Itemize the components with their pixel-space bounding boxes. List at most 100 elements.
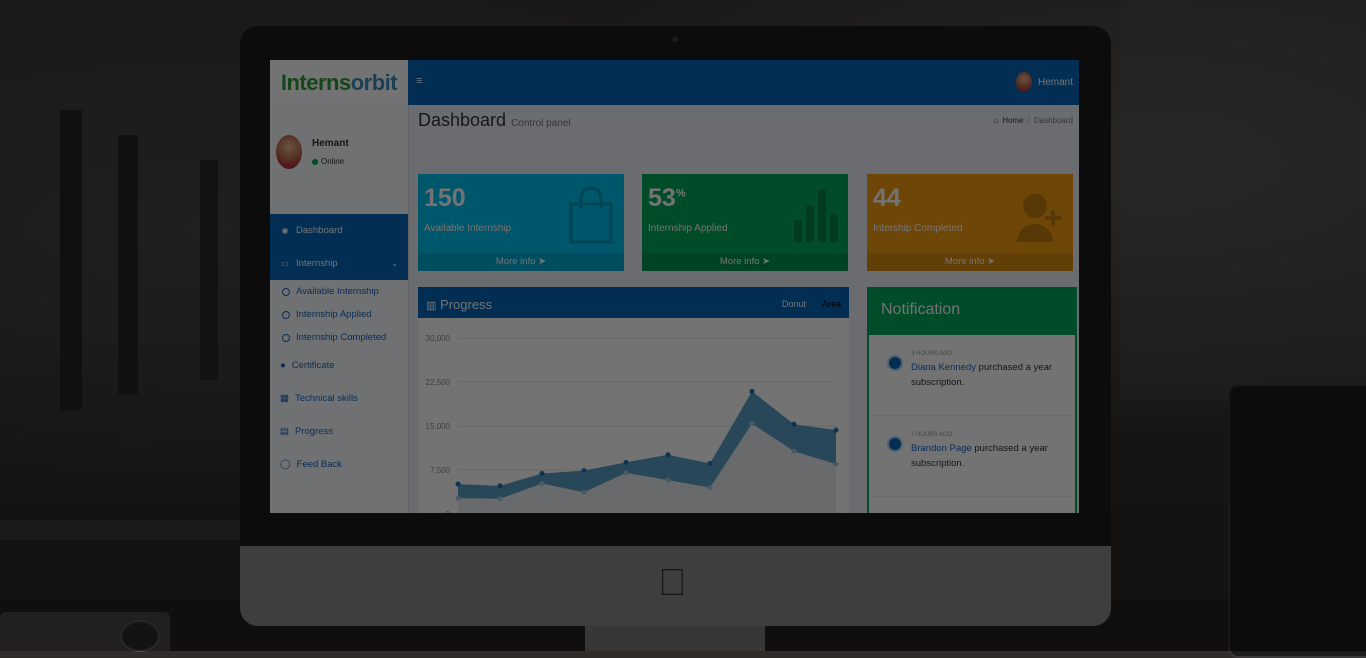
sidebar-menu: ◉ Dashboard ▭ Internship ⌄ Available Int…	[270, 214, 408, 481]
breadcrumb-current: Dashboard	[1033, 116, 1073, 125]
logo[interactable]: Internsorbit	[270, 60, 408, 105]
background-window	[118, 135, 138, 395]
point-series-1[interactable]	[833, 427, 839, 433]
y-tick-label: 22,500	[426, 378, 451, 387]
avatar	[276, 135, 302, 169]
sidebar: Internsorbit Hemant Online ◉ Dashboard ▭…	[270, 60, 409, 513]
notification-item[interactable]: 3 HOURS AGO Diana Kennedy purchased a ye…	[869, 335, 1075, 416]
circle-icon	[282, 287, 290, 296]
more-info-link[interactable]: More info ➤	[418, 253, 624, 271]
notification-text: Diana Kennedy purchased a year subscript…	[911, 362, 1053, 388]
dashboard-icon: ◉	[281, 226, 289, 235]
laptop-icon: ▭	[281, 259, 289, 268]
point-series-1[interactable]	[749, 388, 755, 394]
grid-icon: ▦	[280, 393, 289, 404]
apple-logo-icon: 	[658, 562, 687, 605]
main-content: Dashboard Control panel ⌂ Home / Dashboa…	[408, 105, 1079, 513]
point-series-1[interactable]	[455, 481, 461, 487]
tablet-device	[1228, 384, 1366, 658]
point-series-1[interactable]	[791, 421, 797, 427]
tab-area[interactable]: Area	[822, 299, 841, 309]
sidebar-item-certificate[interactable]: ● Certificate	[270, 349, 408, 382]
notification-user-link[interactable]: Brandon Page	[911, 443, 972, 454]
stat-value: 44	[873, 184, 901, 212]
point-series-1[interactable]	[623, 459, 629, 465]
notification-time: 3 HOURS AGO	[911, 351, 953, 357]
circle-icon	[282, 310, 290, 319]
point-series-1[interactable]	[497, 483, 503, 489]
sidebar-item-technical-skills[interactable]: ▦ Technical skills	[270, 382, 408, 415]
point-series-2[interactable]	[833, 461, 839, 467]
y-tick-label: 30,000	[426, 334, 451, 343]
point-series-2[interactable]	[497, 496, 503, 502]
chat-icon: ◯	[280, 459, 291, 470]
stat-label: Available Internship	[424, 223, 512, 234]
sidebar-subitem-applied[interactable]: Internship Applied	[270, 303, 408, 326]
background-window	[200, 160, 218, 380]
progress-panel-header: ▥ Progress Donut Area	[418, 290, 849, 318]
top-navbar: ≡ Hemant	[408, 60, 1079, 105]
menu-toggle-icon[interactable]: ≡	[416, 75, 422, 87]
tab-donut[interactable]: Donut	[782, 299, 806, 309]
breadcrumb-home[interactable]: Home	[1002, 116, 1023, 125]
shopping-bag-icon	[569, 186, 613, 244]
sidebar-subitem-completed[interactable]: Internship Completed	[270, 326, 408, 349]
clock-icon	[887, 436, 903, 452]
clock-icon	[887, 355, 903, 371]
point-series-1[interactable]	[707, 461, 713, 467]
stat-box-completed: 44 Intership Completed More info ➤	[867, 174, 1073, 271]
more-info-link[interactable]: More info ➤	[642, 253, 848, 271]
point-series-2[interactable]	[455, 495, 461, 501]
circle-icon	[282, 333, 290, 342]
stat-box-applied: 53% Internship Applied More info ➤	[642, 174, 848, 271]
imac-stand	[585, 626, 765, 651]
point-series-2[interactable]	[623, 470, 629, 476]
background-wall	[1120, 0, 1366, 400]
stat-box-available: 150 Available Internship More info ➤	[418, 174, 624, 271]
notification-title: Notification	[869, 287, 1075, 335]
notification-time: 7 HOURS AGO	[911, 432, 953, 438]
y-tick-label: 0	[446, 510, 451, 513]
user-status: Online	[312, 157, 349, 166]
progress-panel: ▥ Progress Donut Area 0 7,500 15,000 22,500…	[418, 287, 849, 513]
avatar	[1015, 72, 1032, 92]
area-chart: 0 7,500 15,000 22,500 30,000	[426, 334, 839, 513]
point-series-2[interactable]	[707, 485, 713, 491]
y-tick-label: 7,500	[430, 466, 451, 475]
sidebar-item-dashboard[interactable]: ◉ Dashboard	[270, 214, 408, 247]
camera-lens	[120, 620, 160, 652]
breadcrumb: ⌂ Home / Dashboard	[993, 116, 1073, 125]
user-name: Hemant	[312, 138, 349, 149]
notification-item[interactable]: 7 HOURS AGO Brandon Page purchased a yea…	[869, 416, 1075, 497]
certificate-icon: ●	[280, 360, 286, 371]
stat-label: Internship Applied	[648, 223, 728, 234]
sidebar-subitem-available[interactable]: Available Internship	[270, 280, 408, 303]
chevron-down-icon: ⌄	[391, 259, 398, 268]
notification-user-link[interactable]: Diana Kennedy	[911, 362, 976, 373]
stat-label: Intership Completed	[873, 223, 963, 234]
top-user-name: Hemant	[1037, 76, 1073, 88]
sidebar-item-feedback[interactable]: ◯ Feed Back	[270, 448, 408, 481]
online-dot-icon	[312, 158, 318, 165]
add-user-icon	[1017, 194, 1061, 242]
dashboard-screen: Internsorbit Hemant Online ◉ Dashboard ▭…	[270, 60, 1079, 513]
more-info-link[interactable]: More info ➤	[867, 253, 1073, 271]
point-series-1[interactable]	[539, 471, 545, 477]
point-series-2[interactable]	[749, 421, 755, 427]
top-user-menu[interactable]: Hemant	[1015, 72, 1073, 92]
sidebar-item-internship[interactable]: ▭ Internship ⌄	[270, 247, 408, 280]
bar-chart-icon	[794, 190, 838, 242]
point-series-2[interactable]	[539, 480, 545, 486]
stat-value: 53%	[648, 184, 686, 212]
point-series-2[interactable]	[791, 448, 797, 454]
point-series-1[interactable]	[581, 468, 587, 474]
page-subtitle: Control panel	[511, 118, 571, 129]
point-series-2[interactable]	[665, 477, 671, 483]
table-icon: ▤	[280, 426, 289, 437]
sidebar-item-progress[interactable]: ▤ Progress	[270, 415, 408, 448]
imac-camera	[672, 36, 678, 42]
point-series-1[interactable]	[665, 452, 671, 458]
page-title: Dashboard Control panel	[418, 110, 571, 130]
home-icon: ⌂	[993, 116, 999, 125]
point-series-2[interactable]	[581, 489, 587, 495]
